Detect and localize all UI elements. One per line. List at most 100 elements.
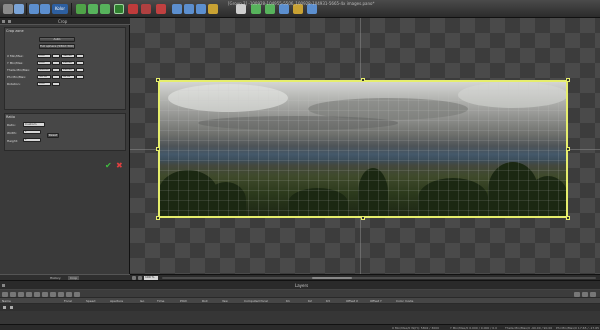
column-header[interactable]: K3 <box>326 299 330 303</box>
open-icon[interactable] <box>14 4 24 14</box>
crop-icon[interactable] <box>88 4 98 14</box>
column-header[interactable]: Pitch <box>180 299 187 303</box>
column-header[interactable]: Roll <box>202 299 207 303</box>
redo-icon[interactable] <box>40 4 50 14</box>
theta-max-unit[interactable] <box>76 68 84 72</box>
toolbar-separator <box>71 3 72 15</box>
theta-min-field[interactable]: -180.00 <box>37 68 51 72</box>
height-label: Height: <box>7 139 18 143</box>
panel-menu-icon[interactable] <box>2 20 5 23</box>
grid-icon[interactable] <box>196 4 206 14</box>
phi-min-field[interactable]: -90.00 <box>37 75 51 79</box>
group-icon[interactable] <box>18 292 24 297</box>
crop-handle-top-left[interactable] <box>156 78 160 82</box>
crop-handle-top-right[interactable] <box>566 78 570 82</box>
rotation-field[interactable]: 0.00 <box>37 82 51 86</box>
column-header[interactable]: K1 <box>286 299 290 303</box>
theta-min-unit[interactable] <box>52 68 60 72</box>
blend-icon[interactable] <box>50 292 56 297</box>
settings-icon[interactable] <box>208 4 218 14</box>
apply-check-icon[interactable]: ✔ <box>105 161 112 170</box>
x-max-field[interactable]: 360.00 <box>61 54 75 58</box>
phi-max-unit[interactable] <box>76 75 84 79</box>
crop-frame[interactable] <box>158 80 568 218</box>
toolbar-separator <box>26 3 27 15</box>
phi-min-unit[interactable] <box>52 75 60 79</box>
link-icon[interactable] <box>34 292 40 297</box>
levels-icon[interactable] <box>141 4 151 14</box>
crop-handle-left[interactable] <box>156 147 160 151</box>
y-min-field[interactable]: 0.00 <box>37 61 51 65</box>
column-header[interactable]: Yaw <box>222 299 228 303</box>
column-header[interactable]: Focal <box>64 299 72 303</box>
width-field[interactable]: 1 <box>23 130 41 134</box>
y-min-unit[interactable] <box>52 61 60 65</box>
crop-handle-bottom-right[interactable] <box>566 216 570 220</box>
crop-handle-bottom-left[interactable] <box>156 216 160 220</box>
view-list-icon[interactable] <box>574 292 580 297</box>
scrollbar-thumb[interactable] <box>312 277 352 279</box>
height-field[interactable]: 1 <box>23 138 41 142</box>
x-min-field[interactable]: 0.00 <box>37 54 51 58</box>
rotation-unit[interactable] <box>52 82 60 86</box>
crop-handle-right[interactable] <box>566 147 570 151</box>
view-grid-icon[interactable] <box>582 292 588 297</box>
column-header[interactable]: Speed <box>86 299 95 303</box>
y-max-field[interactable]: 180.00 <box>61 61 75 65</box>
x-min-unit[interactable] <box>52 54 60 58</box>
column-header[interactable]: Aperture <box>110 299 123 303</box>
full-sphere-button[interactable]: Full sphere (5802:300) <box>39 44 75 49</box>
y-max-unit[interactable] <box>76 61 84 65</box>
cancel-x-icon[interactable]: ✖ <box>116 161 123 170</box>
column-header[interactable]: Computed focal <box>244 299 268 303</box>
move-icon[interactable] <box>172 4 182 14</box>
straighten-icon[interactable] <box>100 4 110 14</box>
horizon-icon[interactable] <box>128 4 138 14</box>
project-icon[interactable] <box>76 4 86 14</box>
add-layer-icon[interactable] <box>2 292 8 297</box>
preview-icon[interactable] <box>114 4 124 14</box>
mask-icon[interactable] <box>42 292 48 297</box>
expand-arrow-icon[interactable] <box>3 306 6 309</box>
ratio-section: Ratio Ratio: Custom Width: 1 Height: 1 R… <box>4 113 126 151</box>
select-icon[interactable] <box>156 4 166 14</box>
theta-max-field[interactable]: 180.00 <box>61 68 75 72</box>
panel-close-icon[interactable] <box>8 20 11 23</box>
visibility-icon[interactable] <box>10 306 13 309</box>
phi-max-field[interactable]: 90.00 <box>61 75 75 79</box>
column-header[interactable]: Name <box>2 299 11 303</box>
crop-handle-top[interactable] <box>361 78 365 82</box>
column-header[interactable]: Time <box>157 299 164 303</box>
layer-row[interactable] <box>0 304 600 311</box>
crop-panel-header: Crop <box>0 18 130 25</box>
remove-layer-icon[interactable] <box>10 292 16 297</box>
new-icon[interactable] <box>3 4 13 14</box>
undo-icon[interactable] <box>29 4 39 14</box>
ratio-title: Ratio <box>6 115 15 119</box>
column-header[interactable]: Iso <box>140 299 144 303</box>
status-phi-range: Phi Min/Max/0 17.65 / -17.65 <box>556 326 600 330</box>
auto-button[interactable]: Auto <box>39 37 75 42</box>
import-icon[interactable] <box>74 292 80 297</box>
y-minmax-label: Y Min/Max: <box>7 61 24 65</box>
column-header[interactable]: K2 <box>308 299 312 303</box>
panel-menu-icon[interactable] <box>2 284 5 287</box>
ratio-select[interactable]: Custom <box>23 122 45 127</box>
column-header[interactable]: Color mode <box>396 299 413 303</box>
x-minmax-label: X Min/Max: <box>7 54 24 58</box>
export-icon[interactable] <box>66 292 72 297</box>
ungroup-icon[interactable] <box>26 292 32 297</box>
properties-icon[interactable] <box>58 292 64 297</box>
crop-handle-bottom[interactable] <box>361 216 365 220</box>
width-label: Width: <box>7 131 17 135</box>
kolor-icon[interactable]: Kolor <box>52 4 68 14</box>
horizontal-scrollbar[interactable] <box>162 277 596 279</box>
reset-button[interactable]: Reset <box>47 133 59 138</box>
x-max-unit[interactable] <box>76 54 84 58</box>
pano-editor-canvas[interactable]: 100 % <box>130 18 600 280</box>
crop-panel: Crop Crop zone Auto Full sphere (5802:30… <box>0 18 130 281</box>
column-header[interactable]: Offset X <box>346 299 358 303</box>
color-icon[interactable] <box>184 4 194 14</box>
view-detail-icon[interactable] <box>590 292 596 297</box>
column-header[interactable]: Offset Y <box>370 299 382 303</box>
